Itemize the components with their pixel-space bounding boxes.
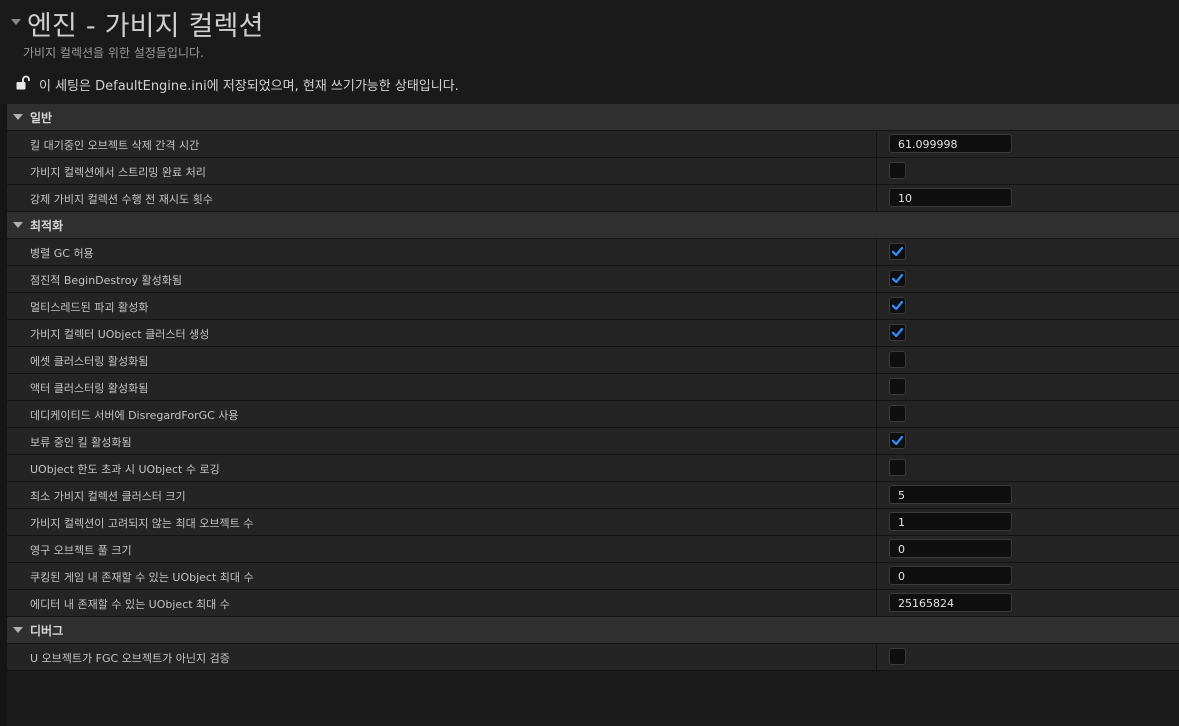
- column-divider[interactable]: [876, 536, 877, 562]
- setting-checkbox[interactable]: [889, 378, 906, 395]
- setting-label: 데디케이티드 서버에 DisregardForGC 사용: [30, 409, 239, 422]
- setting-label: 최소 가비지 컬렉션 클러스터 크기: [30, 490, 186, 503]
- setting-row: 데디케이티드 서버에 DisregardForGC 사용: [7, 401, 1179, 428]
- setting-label: 멀티스레드된 파괴 활성화: [30, 301, 149, 314]
- setting-row: 킬 대기중인 오브젝트 삭제 간격 시간 61.099998: [7, 131, 1179, 158]
- setting-row: 최소 가비지 컬렉션 클러스터 크기 5: [7, 482, 1179, 509]
- setting-row: 액터 클러스터링 활성화됨: [7, 374, 1179, 401]
- setting-row: UObject 한도 초과 시 UObject 수 로깅: [7, 455, 1179, 482]
- setting-checkbox[interactable]: [889, 243, 906, 260]
- setting-number-input[interactable]: 25165824: [889, 593, 1012, 612]
- setting-number-input[interactable]: 0: [889, 566, 1012, 585]
- setting-label: 에셋 클러스터링 활성화됨: [30, 355, 149, 368]
- setting-checkbox[interactable]: [889, 648, 906, 665]
- setting-row: 보류 중인 킬 활성화됨: [7, 428, 1179, 455]
- setting-label: 가비지 컬렉터 UObject 클러스터 생성: [30, 328, 210, 341]
- category-label: 디버그: [30, 624, 64, 638]
- setting-row: 점진적 BeginDestroy 활성화됨: [7, 266, 1179, 293]
- column-divider[interactable]: [876, 185, 877, 211]
- column-divider[interactable]: [876, 482, 877, 508]
- column-divider[interactable]: [876, 401, 877, 427]
- setting-row: 가비지 컬렉터 UObject 클러스터 생성: [7, 320, 1179, 347]
- column-divider[interactable]: [876, 347, 877, 373]
- column-divider[interactable]: [876, 563, 877, 589]
- page-title: 엔진 - 가비지 컬렉션: [27, 11, 264, 42]
- column-divider[interactable]: [876, 644, 877, 670]
- category-header[interactable]: 최적화: [7, 212, 1179, 239]
- column-divider[interactable]: [876, 320, 877, 346]
- column-divider[interactable]: [876, 428, 877, 454]
- category-label: 일반: [30, 111, 53, 125]
- setting-label: 강제 가비지 컬렉션 수행 전 재시도 횟수: [30, 193, 213, 206]
- expand-arrow-icon[interactable]: [13, 222, 23, 228]
- setting-checkbox[interactable]: [889, 351, 906, 368]
- setting-label: 가비지 컬렉션에서 스트리밍 완료 처리: [30, 166, 206, 179]
- empty-area: [7, 672, 1179, 726]
- setting-row: 강제 가비지 컬렉션 수행 전 재시도 횟수 10: [7, 185, 1179, 212]
- setting-number-input[interactable]: 61.099998: [889, 134, 1012, 153]
- setting-label: 쿠킹된 게임 내 존재할 수 있는 UObject 최대 수: [30, 571, 254, 584]
- setting-checkbox[interactable]: [889, 324, 906, 341]
- setting-label: 에디터 내 존재할 수 있는 UObject 최대 수: [30, 598, 230, 611]
- setting-row: 멀티스레드된 파괴 활성화: [7, 293, 1179, 320]
- setting-row: 영구 오브젝트 풀 크기 0: [7, 536, 1179, 563]
- setting-checkbox[interactable]: [889, 432, 906, 449]
- setting-number-input[interactable]: 5: [889, 485, 1012, 504]
- setting-row: 에디터 내 존재할 수 있는 UObject 최대 수 25165824: [7, 590, 1179, 617]
- setting-row: 가비지 컬렉션이 고려되지 않는 최대 오브젝트 수 1: [7, 509, 1179, 536]
- setting-row: U 오브젝트가 FGC 오브젝트가 아닌지 검증: [7, 644, 1179, 671]
- setting-checkbox[interactable]: [889, 162, 906, 179]
- column-divider[interactable]: [876, 374, 877, 400]
- category-header[interactable]: 일반: [7, 104, 1179, 131]
- collapse-arrow-icon[interactable]: [11, 19, 21, 25]
- config-notice: 이 세팅은 DefaultEngine.ini에 저장되었으며, 현재 쓰기가능…: [39, 79, 459, 94]
- settings-header: 엔진 - 가비지 컬렉션 가비지 컬렉션을 위한 설정들입니다. 이 세팅은 D…: [0, 0, 1179, 104]
- settings-table: 일반킬 대기중인 오브젝트 삭제 간격 시간 61.099998 가비지 컬렉션에서…: [7, 104, 1179, 671]
- setting-checkbox[interactable]: [889, 459, 906, 476]
- setting-label: 점진적 BeginDestroy 활성화됨: [30, 274, 182, 287]
- setting-checkbox[interactable]: [889, 297, 906, 314]
- setting-label: UObject 한도 초과 시 UObject 수 로깅: [30, 463, 220, 476]
- setting-label: 영구 오브젝트 풀 크기: [30, 544, 132, 557]
- unlock-icon: [16, 75, 30, 90]
- setting-row: 쿠킹된 게임 내 존재할 수 있는 UObject 최대 수 0: [7, 563, 1179, 590]
- setting-number-input[interactable]: 1: [889, 512, 1012, 531]
- setting-row: 병렬 GC 허용: [7, 239, 1179, 266]
- column-divider[interactable]: [876, 131, 877, 157]
- column-divider[interactable]: [876, 590, 877, 616]
- setting-checkbox[interactable]: [889, 270, 906, 287]
- setting-label: 가비지 컬렉션이 고려되지 않는 최대 오브젝트 수: [30, 517, 254, 530]
- setting-number-input[interactable]: 0: [889, 539, 1012, 558]
- expand-arrow-icon[interactable]: [13, 114, 23, 120]
- setting-row: 에셋 클러스터링 활성화됨: [7, 347, 1179, 374]
- column-divider[interactable]: [876, 239, 877, 265]
- setting-label: 보류 중인 킬 활성화됨: [30, 436, 132, 449]
- setting-checkbox[interactable]: [889, 405, 906, 422]
- column-divider[interactable]: [876, 509, 877, 535]
- setting-number-input[interactable]: 10: [889, 188, 1012, 207]
- category-label: 최적화: [30, 219, 64, 233]
- column-divider[interactable]: [876, 455, 877, 481]
- setting-label: U 오브젝트가 FGC 오브젝트가 아닌지 검증: [30, 652, 230, 665]
- setting-label: 병렬 GC 허용: [30, 247, 94, 260]
- page-subtitle: 가비지 컬렉션을 위한 설정들입니다.: [23, 46, 204, 60]
- setting-row: 가비지 컬렉션에서 스트리밍 완료 처리: [7, 158, 1179, 185]
- category-header[interactable]: 디버그: [7, 617, 1179, 644]
- column-divider[interactable]: [876, 293, 877, 319]
- column-divider[interactable]: [876, 266, 877, 292]
- setting-label: 액터 클러스터링 활성화됨: [30, 382, 149, 395]
- column-divider[interactable]: [876, 158, 877, 184]
- expand-arrow-icon[interactable]: [13, 627, 23, 633]
- setting-label: 킬 대기중인 오브젝트 삭제 간격 시간: [30, 139, 200, 152]
- left-edge-strip: [0, 0, 7, 726]
